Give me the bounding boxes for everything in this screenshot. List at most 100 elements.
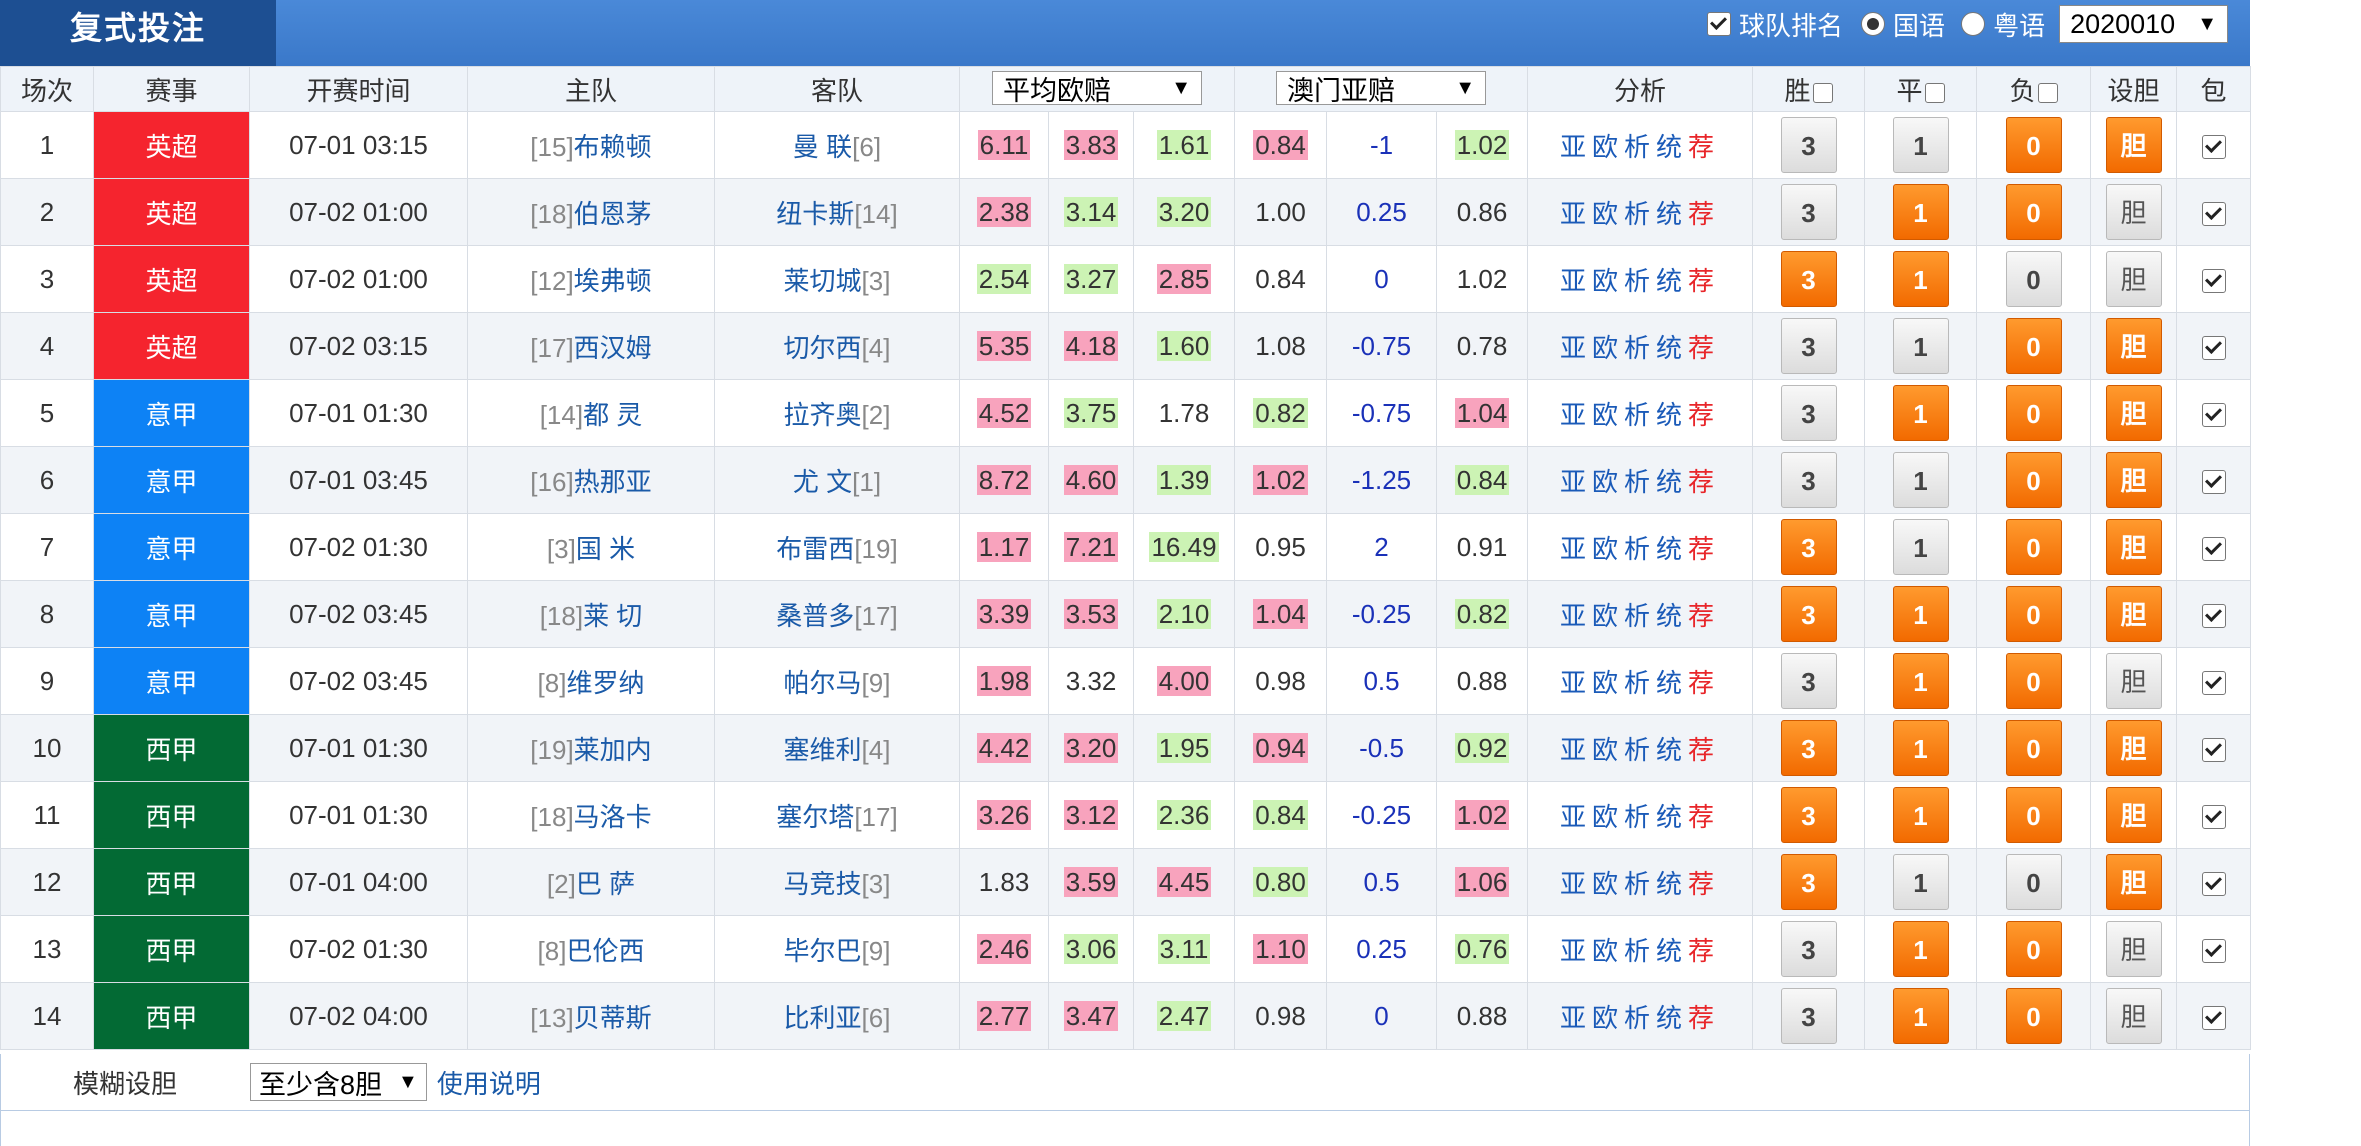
euro-analysis-link[interactable]: 欧: [1592, 400, 1624, 430]
lose-button[interactable]: 0: [2005, 921, 2062, 977]
away-team-link[interactable]: 纽卡斯: [776, 199, 854, 229]
league-badge[interactable]: 意甲: [93, 446, 250, 514]
include-checkbox[interactable]: [2201, 737, 2226, 762]
banker-button[interactable]: 胆: [2105, 251, 2162, 307]
asian-analysis-link[interactable]: 亚: [1560, 132, 1592, 162]
league-badge[interactable]: 英超: [93, 245, 250, 313]
lose-button[interactable]: 0: [2005, 519, 2062, 575]
away-team-link[interactable]: 切尔西: [784, 333, 862, 363]
home-team-link[interactable]: 巴 萨: [576, 869, 635, 899]
analysis-link[interactable]: 析: [1624, 1003, 1656, 1033]
analysis-link[interactable]: 析: [1624, 601, 1656, 631]
include-checkbox[interactable]: [2201, 536, 2226, 561]
lose-button[interactable]: 0: [2005, 720, 2062, 776]
recommend-link[interactable]: 荐: [1688, 400, 1720, 430]
euro-analysis-link[interactable]: 欧: [1592, 869, 1624, 899]
lang-radio-mandarin[interactable]: [1861, 12, 1886, 36]
analysis-link[interactable]: 析: [1624, 869, 1656, 899]
analysis-link[interactable]: 析: [1624, 668, 1656, 698]
asian-analysis-link[interactable]: 亚: [1560, 1003, 1592, 1033]
asian-company-select[interactable]: 澳门亚赔 ▼: [1276, 71, 1487, 106]
draw-button[interactable]: 1: [1892, 318, 1949, 374]
lose-button[interactable]: 0: [2005, 653, 2062, 709]
away-team-link[interactable]: 塞维利: [784, 735, 862, 765]
stats-link[interactable]: 统: [1656, 1003, 1688, 1033]
include-checkbox[interactable]: [2201, 268, 2226, 293]
include-checkbox[interactable]: [2201, 402, 2226, 427]
away-team-link[interactable]: 塞尔塔: [776, 802, 854, 832]
analysis-link[interactable]: 析: [1624, 199, 1656, 229]
stats-link[interactable]: 统: [1656, 400, 1688, 430]
euro-analysis-link[interactable]: 欧: [1592, 132, 1624, 162]
recommend-link[interactable]: 荐: [1688, 735, 1720, 765]
analysis-link[interactable]: 析: [1624, 467, 1656, 497]
analysis-link[interactable]: 析: [1624, 735, 1656, 765]
asian-analysis-link[interactable]: 亚: [1560, 400, 1592, 430]
team-rank-checkbox[interactable]: [1707, 12, 1732, 36]
league-badge[interactable]: 英超: [93, 178, 250, 246]
euro-analysis-link[interactable]: 欧: [1592, 534, 1624, 564]
draw-button[interactable]: 1: [1892, 854, 1949, 910]
banker-button[interactable]: 胆: [2105, 653, 2162, 709]
home-team-link[interactable]: 莱加内: [574, 735, 652, 765]
asian-analysis-link[interactable]: 亚: [1560, 199, 1592, 229]
draw-button[interactable]: 1: [1892, 586, 1949, 642]
league-badge[interactable]: 意甲: [93, 513, 250, 581]
banker-button[interactable]: 胆: [2105, 586, 2162, 642]
away-team-link[interactable]: 比利亚: [784, 1003, 862, 1033]
include-checkbox[interactable]: [2201, 1005, 2226, 1030]
draw-button[interactable]: 1: [1892, 787, 1949, 843]
draw-button[interactable]: 1: [1892, 720, 1949, 776]
odds-company-select[interactable]: 平均欧赔 ▼: [992, 71, 1202, 106]
stats-link[interactable]: 统: [1656, 467, 1688, 497]
euro-analysis-link[interactable]: 欧: [1592, 266, 1624, 296]
stats-link[interactable]: 统: [1656, 869, 1688, 899]
include-checkbox[interactable]: [2201, 201, 2226, 226]
lose-button[interactable]: 0: [2005, 184, 2062, 240]
win-button[interactable]: 3: [1780, 251, 1837, 307]
recommend-link[interactable]: 荐: [1688, 534, 1720, 564]
banker-button[interactable]: 胆: [2105, 787, 2162, 843]
analysis-link[interactable]: 析: [1624, 400, 1656, 430]
recommend-link[interactable]: 荐: [1688, 467, 1720, 497]
lose-button[interactable]: 0: [2005, 385, 2062, 441]
euro-analysis-link[interactable]: 欧: [1592, 668, 1624, 698]
euro-analysis-link[interactable]: 欧: [1592, 735, 1624, 765]
draw-button[interactable]: 1: [1892, 452, 1949, 508]
recommend-link[interactable]: 荐: [1688, 333, 1720, 363]
analysis-link[interactable]: 析: [1624, 936, 1656, 966]
include-checkbox[interactable]: [2201, 335, 2226, 360]
league-badge[interactable]: 西甲: [93, 848, 250, 916]
recommend-link[interactable]: 荐: [1688, 601, 1720, 631]
include-checkbox[interactable]: [2201, 469, 2226, 494]
home-team-link[interactable]: 西汉姆: [574, 333, 652, 363]
lang-radio-cantonese[interactable]: [1961, 12, 1986, 36]
league-badge[interactable]: 西甲: [93, 781, 250, 849]
win-button[interactable]: 3: [1780, 452, 1837, 508]
away-team-link[interactable]: 帕尔马: [784, 668, 862, 698]
league-badge[interactable]: 意甲: [93, 379, 250, 447]
asian-analysis-link[interactable]: 亚: [1560, 668, 1592, 698]
home-team-link[interactable]: 都 灵: [583, 400, 642, 430]
include-checkbox[interactable]: [2201, 871, 2226, 896]
home-team-link[interactable]: 热那亚: [574, 467, 652, 497]
stats-link[interactable]: 统: [1656, 601, 1688, 631]
lose-button[interactable]: 0: [2005, 251, 2062, 307]
away-team-link[interactable]: 拉齐奥: [784, 400, 862, 430]
stats-link[interactable]: 统: [1656, 668, 1688, 698]
draw-button[interactable]: 1: [1892, 921, 1949, 977]
home-team-link[interactable]: 巴伦西: [566, 936, 644, 966]
win-button[interactable]: 3: [1780, 787, 1837, 843]
lose-button[interactable]: 0: [2005, 787, 2062, 843]
win-button[interactable]: 3: [1780, 921, 1837, 977]
lose-button[interactable]: 0: [2005, 452, 2062, 508]
banker-button[interactable]: 胆: [2105, 385, 2162, 441]
league-badge[interactable]: 西甲: [93, 915, 250, 983]
lose-button[interactable]: 0: [2005, 586, 2062, 642]
away-team-link[interactable]: 布雷西: [776, 534, 854, 564]
recommend-link[interactable]: 荐: [1688, 668, 1720, 698]
banker-button[interactable]: 胆: [2105, 184, 2162, 240]
recommend-link[interactable]: 荐: [1688, 869, 1720, 899]
win-button[interactable]: 3: [1780, 586, 1837, 642]
away-team-link[interactable]: 莱切城: [784, 266, 862, 296]
